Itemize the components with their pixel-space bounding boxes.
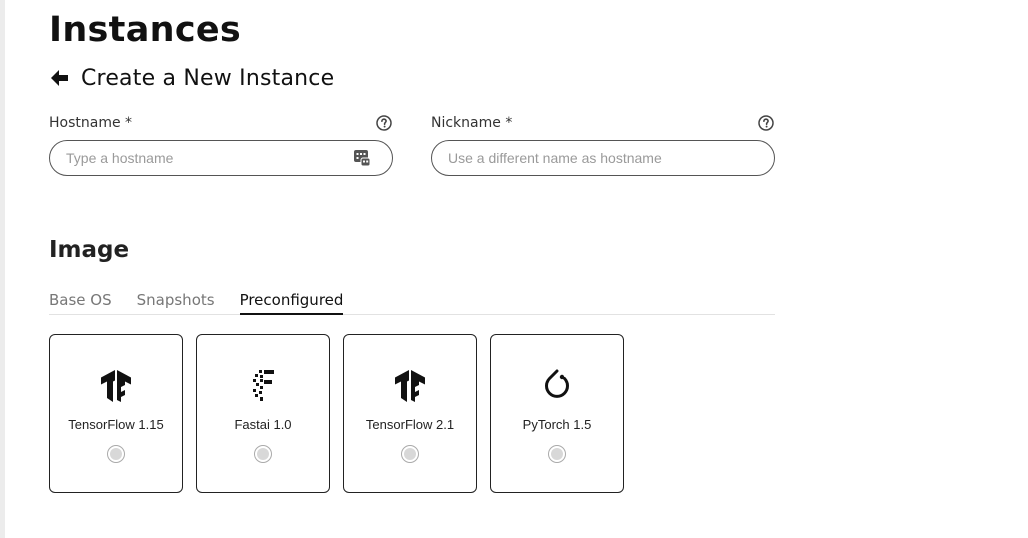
card-radio[interactable] bbox=[548, 445, 566, 463]
image-tabs: Base OS Snapshots Preconfigured bbox=[49, 289, 775, 315]
subheader: Create a New Instance bbox=[49, 63, 334, 93]
back-button[interactable] bbox=[49, 67, 71, 89]
image-card-tensorflow-2-1[interactable]: TensorFlow 2.1 bbox=[343, 334, 477, 493]
arrow-left-icon bbox=[51, 70, 68, 86]
image-section-title: Image bbox=[49, 237, 130, 263]
nickname-label-row: Nickname * bbox=[431, 114, 775, 132]
tab-base-os[interactable]: Base OS bbox=[49, 289, 112, 315]
hostname-input-wrap bbox=[49, 140, 393, 176]
nickname-label: Nickname * bbox=[431, 115, 513, 131]
nickname-input-wrap bbox=[431, 140, 775, 176]
image-cards: TensorFlow 1.15 Fastai 1.0 TensorFlow 2.… bbox=[49, 334, 637, 493]
card-radio[interactable] bbox=[107, 445, 125, 463]
card-radio[interactable] bbox=[254, 445, 272, 463]
question-circle-icon[interactable] bbox=[376, 115, 392, 131]
nickname-field: Nickname * bbox=[431, 114, 775, 176]
card-label: Fastai 1.0 bbox=[234, 417, 292, 432]
fastai-icon bbox=[253, 370, 274, 401]
card-radio[interactable] bbox=[401, 445, 419, 463]
page-title: Instances bbox=[49, 10, 242, 50]
nickname-input[interactable] bbox=[431, 140, 775, 176]
hostname-label: Hostname * bbox=[49, 115, 133, 131]
tensorflow-icon bbox=[395, 370, 425, 402]
left-rail bbox=[0, 0, 5, 538]
hostname-label-row: Hostname * bbox=[49, 114, 393, 132]
image-card-tensorflow-1-15[interactable]: TensorFlow 1.15 bbox=[49, 334, 183, 493]
card-label: PyTorch 1.5 bbox=[522, 417, 592, 432]
random-name-generator-icon[interactable] bbox=[353, 149, 371, 167]
hostname-input[interactable] bbox=[49, 140, 393, 176]
pytorch-icon bbox=[545, 369, 569, 398]
tab-snapshots[interactable]: Snapshots bbox=[137, 289, 215, 315]
tab-preconfigured[interactable]: Preconfigured bbox=[239, 289, 344, 315]
card-label: TensorFlow 1.15 bbox=[68, 417, 164, 432]
card-label: TensorFlow 2.1 bbox=[365, 417, 455, 432]
image-card-fastai-1-0[interactable]: Fastai 1.0 bbox=[196, 334, 330, 493]
tensorflow-icon bbox=[101, 370, 131, 402]
question-circle-icon[interactable] bbox=[758, 115, 774, 131]
hostname-field: Hostname * bbox=[49, 114, 393, 176]
subheader-title: Create a New Instance bbox=[81, 65, 335, 91]
image-card-pytorch-1-5[interactable]: PyTorch 1.5 bbox=[490, 334, 624, 493]
